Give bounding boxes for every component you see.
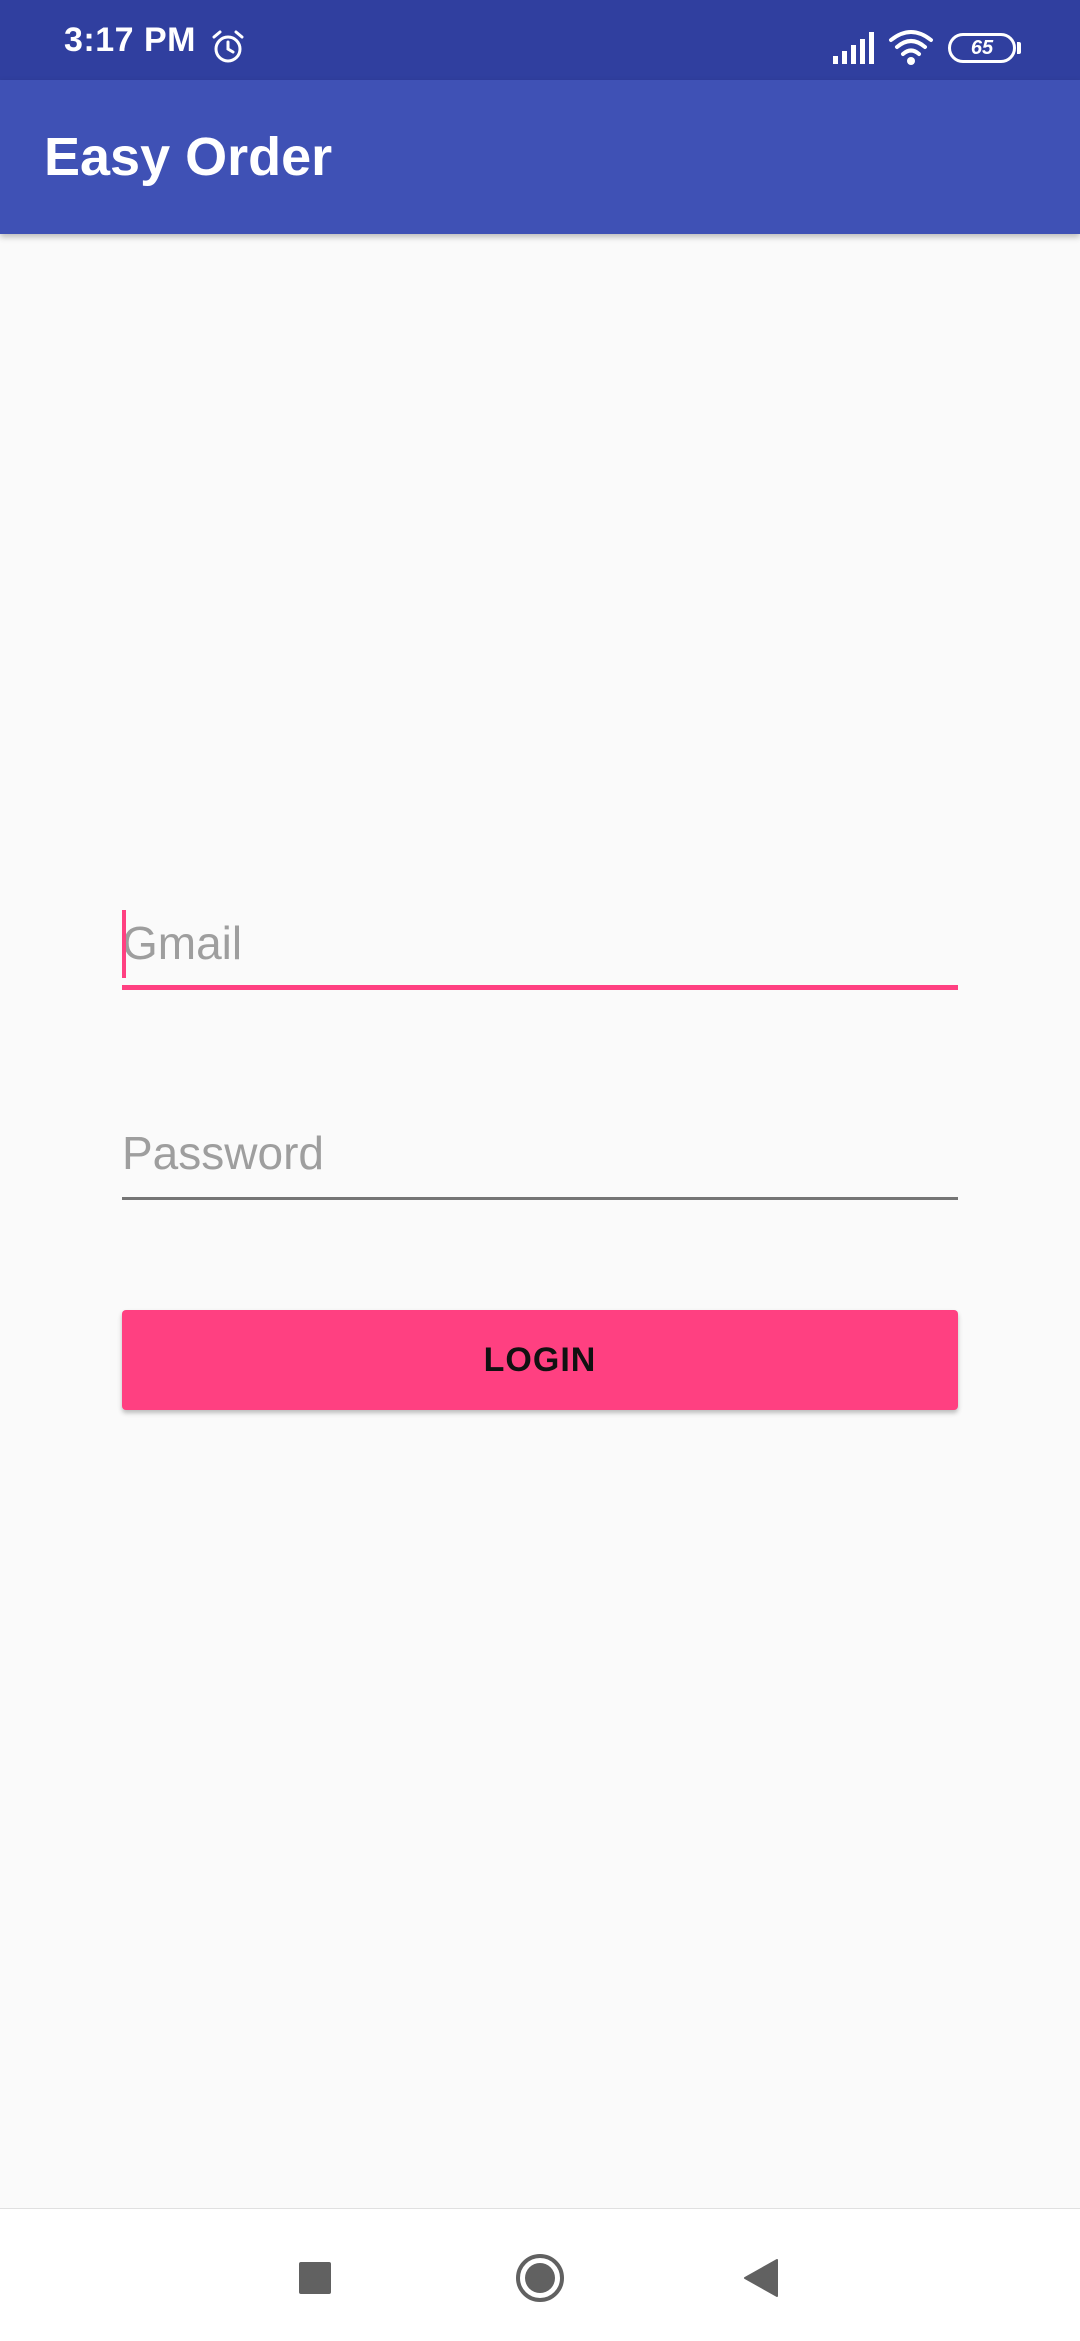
status-time: 3:17 PM: [64, 21, 196, 59]
gmail-input[interactable]: [122, 900, 958, 986]
password-input[interactable]: [122, 1110, 958, 1196]
signal-icon: [833, 32, 874, 64]
text-cursor: [122, 910, 126, 978]
status-bar: 3:17 PM 65: [0, 0, 1080, 80]
alarm-icon: [212, 30, 244, 63]
wifi-icon: [889, 30, 933, 65]
home-icon[interactable]: [515, 2253, 565, 2303]
gmail-underline: [122, 985, 958, 990]
gmail-field[interactable]: [122, 900, 958, 990]
password-underline: [122, 1197, 958, 1200]
app-title: Easy Order: [44, 127, 333, 187]
battery-icon: 65: [948, 33, 1016, 63]
login-button[interactable]: LOGIN: [122, 1310, 958, 1410]
back-icon[interactable]: [741, 2258, 781, 2298]
battery-level: 65: [970, 37, 994, 59]
battery-tip: [1017, 42, 1021, 54]
app-bar: Easy Order: [0, 80, 1080, 234]
navigation-bar: [0, 2208, 1080, 2341]
recents-icon[interactable]: [299, 2262, 331, 2294]
password-field[interactable]: [122, 1110, 958, 1200]
